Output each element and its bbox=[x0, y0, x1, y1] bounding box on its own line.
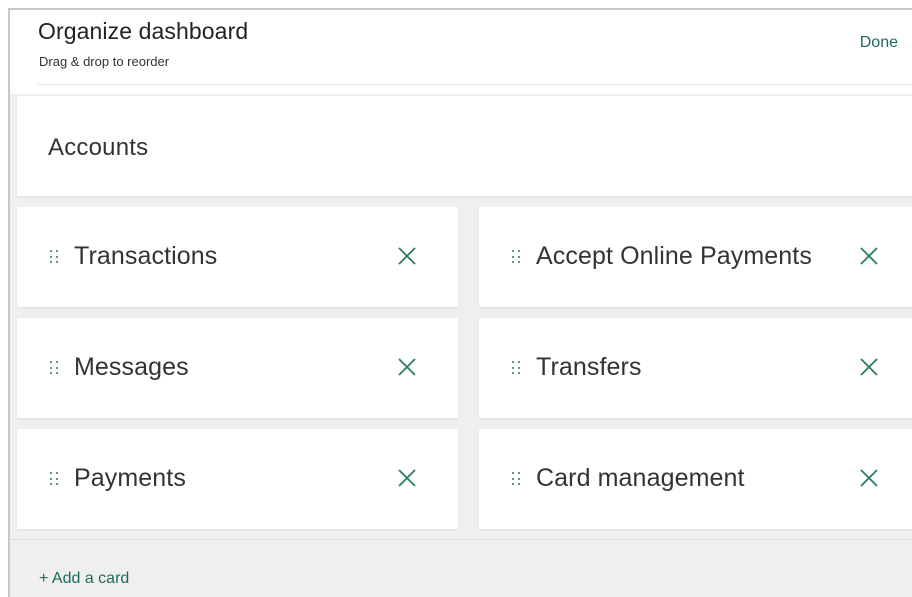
card-label: Payments bbox=[74, 464, 186, 492]
drag-handle-icon[interactable] bbox=[50, 250, 58, 264]
organize-dashboard-panel: Organize dashboard Drag & drop to reorde… bbox=[8, 8, 912, 597]
drag-handle-icon[interactable] bbox=[512, 250, 520, 264]
done-button[interactable]: Done bbox=[860, 34, 898, 52]
card-label: Messages bbox=[74, 353, 189, 381]
card-label: Transactions bbox=[74, 242, 218, 270]
card-accept-online-payments[interactable]: Accept Online Payments bbox=[479, 207, 912, 307]
close-icon[interactable] bbox=[396, 245, 418, 267]
card-transactions[interactable]: Transactions bbox=[17, 207, 458, 307]
drag-handle-icon[interactable] bbox=[512, 472, 520, 486]
page-title: Organize dashboard bbox=[38, 18, 249, 44]
card-label: Card management bbox=[536, 464, 745, 492]
drag-handle-icon[interactable] bbox=[50, 361, 58, 375]
close-icon[interactable] bbox=[396, 467, 418, 489]
card-label: Accept Online Payments bbox=[536, 242, 812, 270]
accounts-card[interactable]: Accounts bbox=[17, 96, 912, 196]
add-card-link[interactable]: + Add a card bbox=[39, 570, 129, 588]
footer-divider bbox=[10, 539, 912, 540]
card-payments[interactable]: Payments bbox=[17, 429, 458, 529]
card-transfers[interactable]: Transfers bbox=[479, 318, 912, 418]
panel-header: Organize dashboard Drag & drop to reorde… bbox=[10, 10, 912, 94]
close-icon[interactable] bbox=[858, 245, 880, 267]
close-icon[interactable] bbox=[858, 356, 880, 378]
card-label: Transfers bbox=[536, 353, 642, 381]
drag-handle-icon[interactable] bbox=[50, 472, 58, 486]
card-card-management[interactable]: Card management bbox=[479, 429, 912, 529]
header-divider bbox=[38, 84, 912, 85]
page-subtitle: Drag & drop to reorder bbox=[39, 54, 170, 69]
card-messages[interactable]: Messages bbox=[17, 318, 458, 418]
close-icon[interactable] bbox=[396, 356, 418, 378]
drag-handle-icon[interactable] bbox=[512, 361, 520, 375]
close-icon[interactable] bbox=[858, 467, 880, 489]
accounts-label: Accounts bbox=[48, 134, 149, 161]
